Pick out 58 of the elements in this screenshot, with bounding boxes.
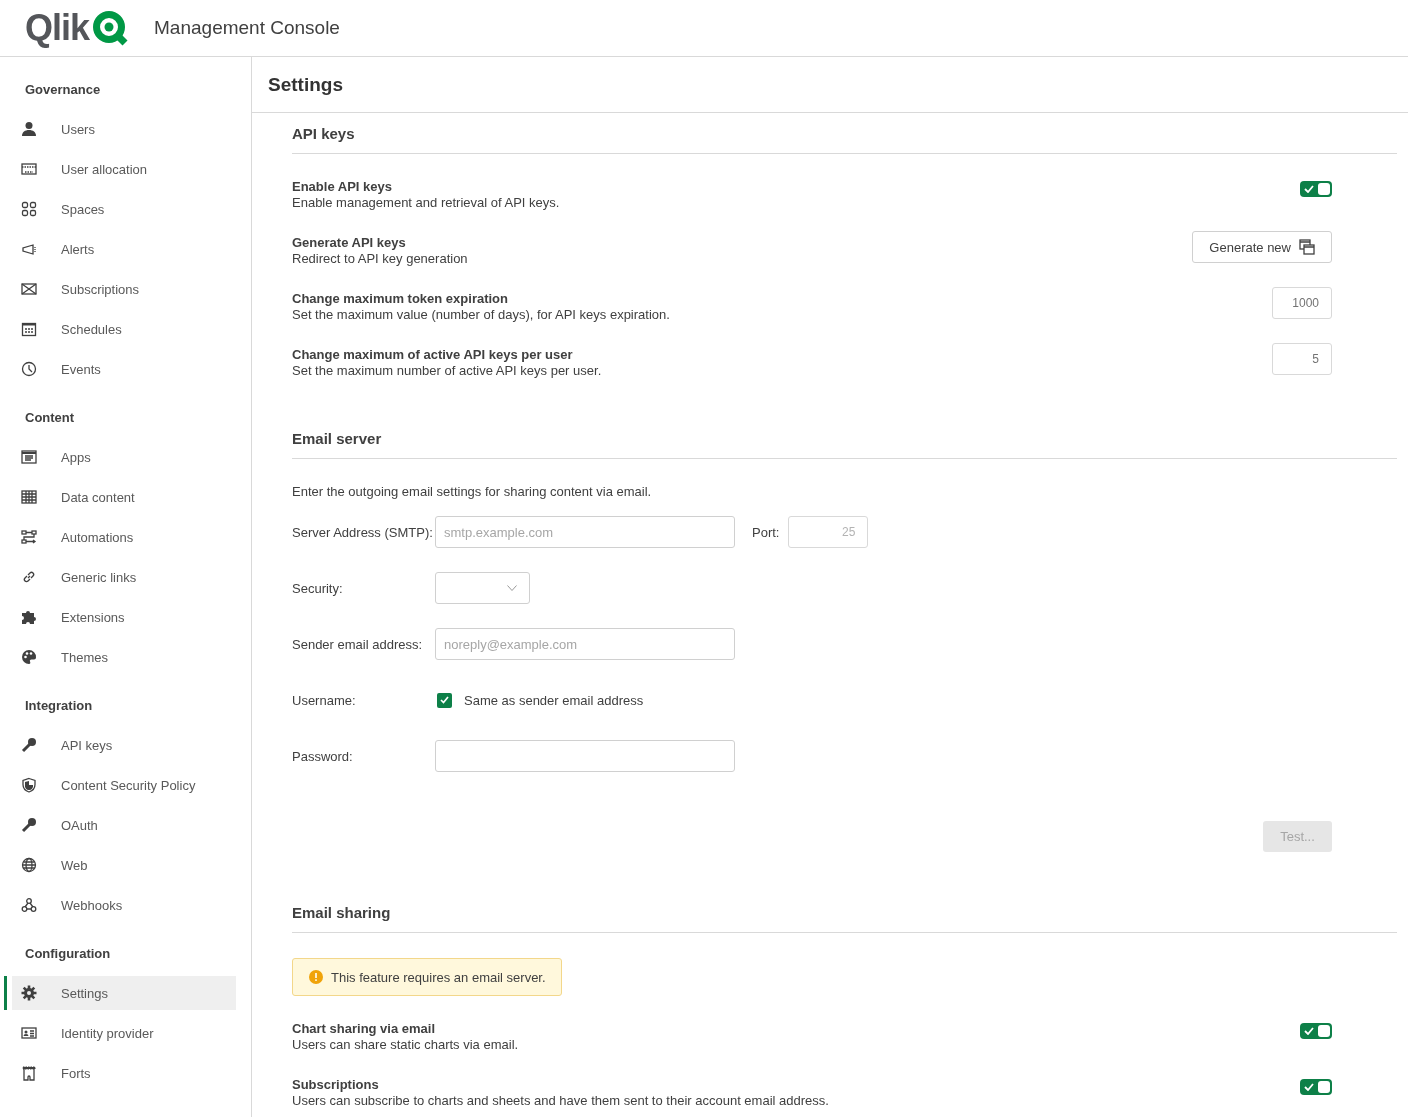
sidebar-item[interactable]: Content Security Policy xyxy=(4,768,236,802)
sidebar-item[interactable]: Forts xyxy=(4,1056,236,1090)
setting-description: Enable management and retrieval of API keys. xyxy=(292,195,561,211)
sidebar-item[interactable]: Apps xyxy=(4,440,236,474)
sidebar-item[interactable]: Users xyxy=(4,112,236,146)
logo-text: Qlik xyxy=(25,8,90,48)
sidebar-item[interactable]: Themes xyxy=(4,640,236,674)
page-title: Settings xyxy=(252,57,1408,113)
app-title: Management Console xyxy=(154,17,340,39)
sidebar-item[interactable]: Webhooks xyxy=(4,888,236,922)
sidebar-item[interactable]: Settings xyxy=(4,976,236,1010)
sidebar-item[interactable]: API keys xyxy=(4,728,236,762)
section-heading: API keys xyxy=(292,113,1397,154)
sidebar-heading: Content xyxy=(24,408,76,427)
field-label: Username: xyxy=(292,692,357,708)
text-field[interactable]: noreply@example.com xyxy=(435,628,735,660)
generate-button[interactable]: Generate new xyxy=(1192,231,1332,263)
sidebar-heading: Integration xyxy=(24,696,94,715)
text-field[interactable]: smtp.example.com xyxy=(435,516,735,548)
sidebar-item[interactable]: User allocation xyxy=(4,152,236,186)
setting-description: Set the maximum value (number of days), for API keys expiration. xyxy=(292,307,671,323)
sidebar-item[interactable]: Data content xyxy=(4,480,236,514)
sidebar-item[interactable]: OAuth xyxy=(4,808,236,842)
sidebar-item[interactable]: Automations xyxy=(4,520,236,554)
sidebar-item[interactable]: Alerts xyxy=(4,232,236,266)
field-label: Port: xyxy=(752,524,780,540)
notice-text: This feature requires an email server. xyxy=(331,969,546,985)
number-field[interactable]: 5 xyxy=(1272,343,1332,375)
setting-description: Set the maximum number of active API keys per user. xyxy=(292,363,603,379)
sidebar-item[interactable]: Web xyxy=(4,848,236,882)
sidebar-item[interactable]: Extensions xyxy=(4,600,236,634)
setting-description: Redirect to API key generation xyxy=(292,251,469,267)
field-label: Password: xyxy=(292,748,354,764)
sidebar-heading: Configuration xyxy=(24,944,112,963)
number-field[interactable]: 1000 xyxy=(1272,287,1332,319)
field-label: Sender email address: xyxy=(292,636,424,652)
field-label: Server Address (SMTP): xyxy=(292,524,434,540)
sidebar-item[interactable]: Events xyxy=(4,352,236,386)
setting-title: Chart sharing via email xyxy=(292,1021,437,1037)
sidebar-item[interactable]: Generic links xyxy=(4,560,236,594)
setting-description: Users can subscribe to charts and sheets and have them sent to their account email address. xyxy=(292,1093,830,1109)
setting-title: Change maximum of active API keys per user xyxy=(292,347,574,363)
section-heading: Email server xyxy=(292,418,1397,459)
sidebar-item[interactable]: Schedules xyxy=(4,312,236,346)
setting-description: Users can share static charts via email. xyxy=(292,1037,520,1053)
field-label: Security: xyxy=(292,580,344,596)
port-field[interactable]: 25 xyxy=(788,516,869,548)
intro-text: Enter the outgoing email settings for sharing content via email. xyxy=(292,483,653,500)
setting-title: Generate API keys xyxy=(292,235,407,251)
setting-title: Subscriptions xyxy=(292,1077,380,1093)
checkbox-label: Same as sender email address xyxy=(464,692,644,708)
sidebar-item[interactable]: Identity provider xyxy=(4,1016,236,1050)
sidebar-item[interactable]: Subscriptions xyxy=(4,272,236,306)
setting-title: Enable API keys xyxy=(292,179,393,195)
sidebar-item[interactable]: Spaces xyxy=(4,192,236,226)
sidebar-heading: Governance xyxy=(24,80,102,99)
section-heading: Email sharing xyxy=(292,892,1397,933)
setting-title: Change maximum token expiration xyxy=(292,291,509,307)
